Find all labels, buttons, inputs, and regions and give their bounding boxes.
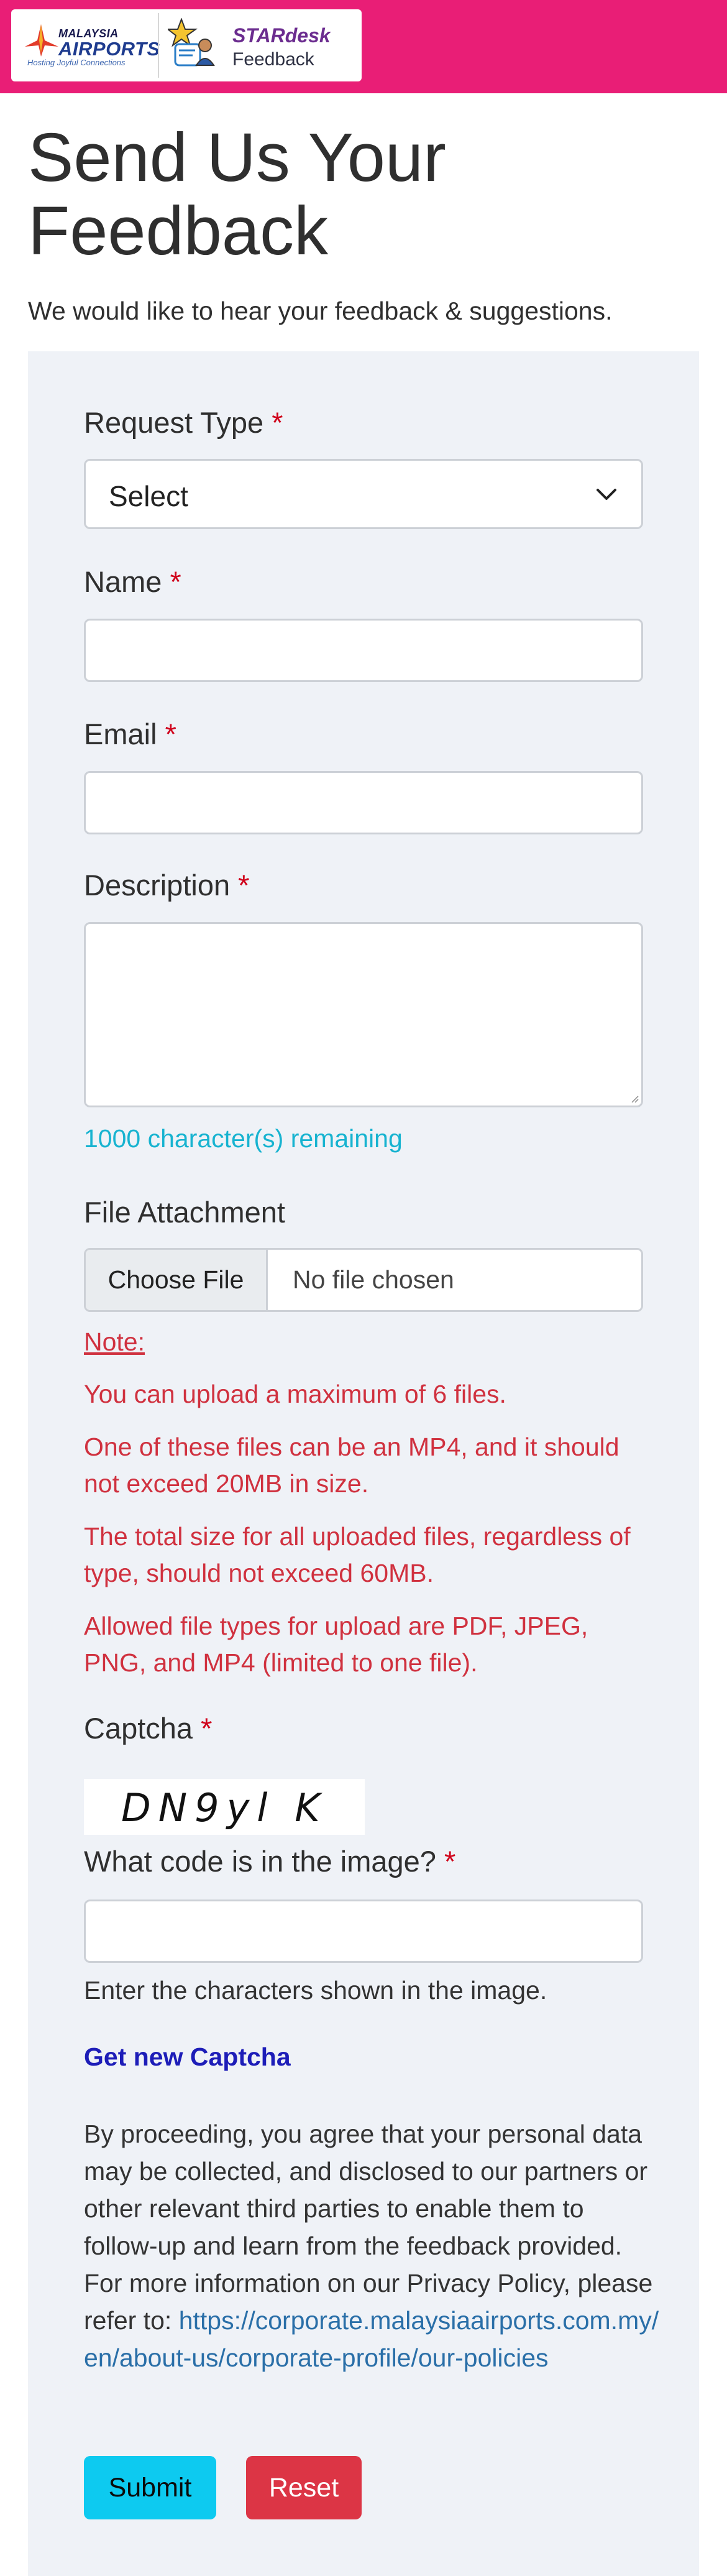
- required-marker: *: [170, 565, 181, 598]
- top-bar: MALAYSIA AIRPORTS Hosting Joyful Connect…: [0, 0, 727, 93]
- captcha-label: Captcha *: [84, 1712, 213, 1745]
- required-marker: *: [201, 1712, 213, 1745]
- description-label: Description *: [84, 869, 250, 902]
- logo-card[interactable]: MALAYSIA AIRPORTS Hosting Joyful Connect…: [11, 9, 362, 81]
- required-marker: *: [272, 406, 283, 439]
- privacy-notice: By proceeding, you agree that your perso…: [84, 2115, 662, 2376]
- description-textarea[interactable]: [84, 922, 643, 1107]
- submit-button[interactable]: Submit: [84, 2456, 216, 2519]
- resize-handle-icon[interactable]: [629, 1093, 639, 1103]
- file-attachment-label: File Attachment: [84, 1196, 285, 1229]
- malaysia-airports-logo: MALAYSIA AIRPORTS Hosting Joyful Connect…: [22, 19, 160, 72]
- chevron-down-icon: [597, 489, 616, 500]
- logo-divider: [158, 13, 159, 78]
- captcha-code-input[interactable]: [84, 1900, 643, 1963]
- privacy-text: By proceeding, you agree that your perso…: [84, 2120, 653, 2335]
- required-marker: *: [444, 1845, 456, 1878]
- captcha-question-label: What code is in the image? *: [84, 1845, 456, 1878]
- get-new-captcha-link[interactable]: Get new Captcha: [84, 2043, 291, 2072]
- product-title: STARdesk: [232, 24, 331, 47]
- request-type-select[interactable]: Select: [84, 459, 643, 529]
- brand-tagline: Hosting Joyful Connections: [27, 58, 126, 67]
- note-heading: Note:: [84, 1327, 145, 1356]
- characters-remaining: 1000 character(s) remaining: [84, 1124, 403, 1153]
- captcha-helper-text: Enter the characters shown in the image.: [84, 1976, 547, 2005]
- note-item: One of these files can be an MP4, and it…: [84, 1433, 620, 1498]
- stardesk-mascot-icon: [168, 18, 215, 67]
- file-attachment-input[interactable]: Choose File No file chosen: [84, 1248, 643, 1312]
- note-item: Allowed file types for upload are PDF, J…: [84, 1612, 588, 1677]
- email-label: Email *: [84, 718, 176, 750]
- request-type-selected-value: Select: [109, 480, 188, 512]
- name-input[interactable]: [84, 619, 643, 682]
- product-subtitle: Feedback: [232, 49, 314, 70]
- page-subtitle: We would like to hear your feedback & su…: [28, 297, 613, 325]
- airplane-logo-icon: [25, 24, 58, 57]
- file-status-text: No file chosen: [293, 1265, 454, 1294]
- required-marker: *: [238, 869, 250, 902]
- captcha-image-text: DN9yl K: [121, 1785, 327, 1830]
- request-type-label: Request Type *: [84, 406, 283, 439]
- required-marker: *: [165, 718, 176, 750]
- name-label: Name *: [84, 565, 181, 598]
- page-title: Send Us Your Feedback: [28, 119, 446, 269]
- choose-file-button[interactable]: Choose File: [86, 1250, 268, 1310]
- reset-button[interactable]: Reset: [246, 2456, 362, 2519]
- note-item: The total size for all uploaded files, r…: [84, 1522, 631, 1587]
- email-input[interactable]: [84, 771, 643, 834]
- note-item: You can upload a maximum of 6 files.: [84, 1380, 506, 1408]
- captcha-image: DN9yl K: [84, 1779, 365, 1835]
- brand-line-2: AIRPORTS: [58, 38, 160, 60]
